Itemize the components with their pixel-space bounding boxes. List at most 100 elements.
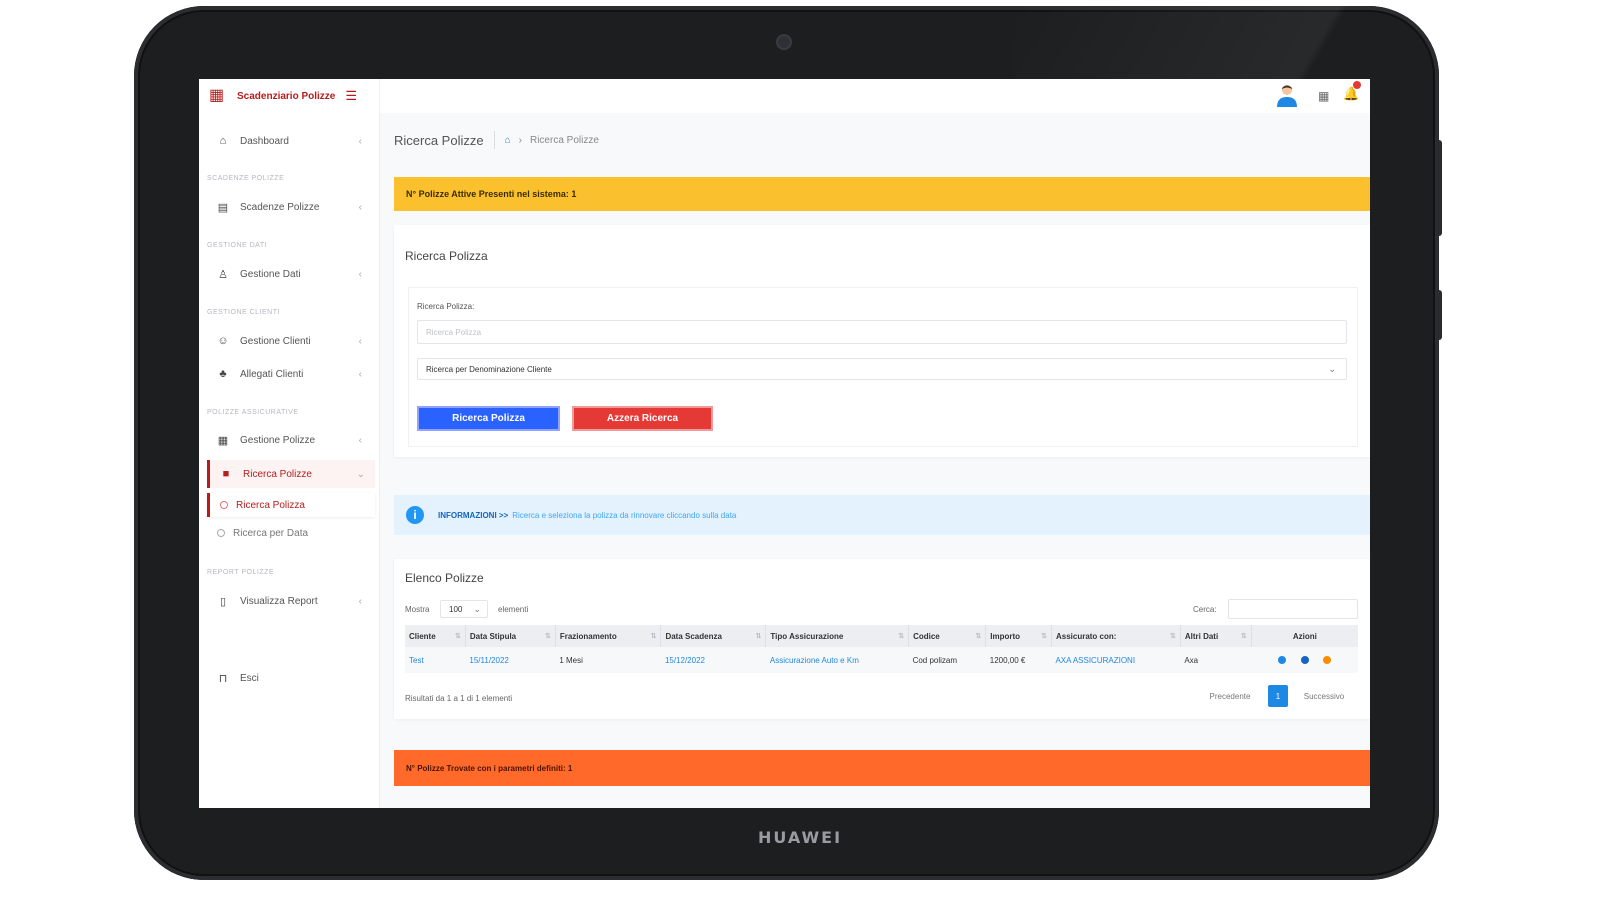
sidebar-item-gestione-clienti[interactable]: ☺ Gestione Clienti ‹ xyxy=(207,327,372,355)
list-title: Elenco Polizze xyxy=(405,571,484,585)
column-header: Azioni xyxy=(1251,625,1358,647)
search-card-title: Ricerca Polizza xyxy=(405,249,488,263)
search-type-select[interactable]: Ricerca per Denominazione Cliente ⌄ xyxy=(417,358,1347,380)
sidebar-section: GESTIONE DATI xyxy=(207,242,268,249)
chevron-left-icon: ‹ xyxy=(358,368,362,380)
topbar: ▦ 🔔 xyxy=(380,79,1370,113)
chevron-left-icon: ‹ xyxy=(358,434,362,446)
column-header[interactable]: Frazionamento ⇅ xyxy=(555,625,662,647)
table-row: Test 15/11/2022 1 Mesi 15/12/2022 Assicu… xyxy=(405,647,1358,673)
column-header[interactable]: Tipo Assicurazione ⇅ xyxy=(765,625,910,647)
sidebar-subitem-ricerca-polizza[interactable]: Ricerca Polizza xyxy=(207,493,375,517)
column-header[interactable]: Assicurato con: ⇅ xyxy=(1051,625,1181,647)
sidebar-item-visualizza-report[interactable]: ▯ Visualizza Report ‹ xyxy=(207,587,372,615)
cell-importo: 1200,00 € xyxy=(985,647,1052,673)
sidebar-section: REPORT POLIZZE xyxy=(207,569,275,576)
sidebar-item-dashboard[interactable]: ⌂ Dashboard ‹ xyxy=(207,127,372,155)
page-1-button[interactable]: 1 xyxy=(1268,685,1288,707)
chevron-left-icon: ‹ xyxy=(358,595,362,607)
chevron-left-icon: ‹ xyxy=(358,268,362,280)
chevron-down-icon: ⌄ xyxy=(473,604,481,614)
notification-badge xyxy=(1353,81,1361,89)
column-header[interactable]: Cliente ⇅ xyxy=(405,625,466,647)
users-icon: ♣ xyxy=(219,368,227,380)
sidebar: ▦ Scadenziario Polizze ☰ ⌂ Dashboard ‹ S… xyxy=(199,79,380,808)
search-button[interactable]: Ricerca Polizza xyxy=(417,406,560,431)
elements-label: elementi xyxy=(498,605,529,614)
view-icon[interactable] xyxy=(1278,656,1287,665)
sidebar-item-allegati-clienti[interactable]: ♣ Allegati Clienti ‹ xyxy=(207,360,372,388)
active-policies-alert: N° Polizze Attive Presenti nel sistema: … xyxy=(394,177,1370,211)
chevron-left-icon: ‹ xyxy=(358,201,362,213)
hamburger-icon[interactable]: ☰ xyxy=(345,88,357,104)
file-icon: ▯ xyxy=(219,595,227,608)
sidebar-section: GESTIONE CLIENTI xyxy=(207,309,280,316)
cell-data-scadenza[interactable]: 15/12/2022 xyxy=(660,647,766,673)
cell-frazionamento: 1 Mesi xyxy=(555,647,661,673)
volume-button xyxy=(1436,140,1442,236)
sidebar-item-esci[interactable]: ⊓ Esci xyxy=(207,664,372,692)
cell-codice: Cod polizam xyxy=(908,647,986,673)
search-input[interactable]: Ricerca Polizza xyxy=(417,320,1347,344)
page-size-select[interactable]: 100 ⌄ xyxy=(440,600,488,618)
edit-icon[interactable] xyxy=(1300,656,1309,665)
home-icon: ⌂ xyxy=(219,135,227,147)
sidebar-item-scadenze[interactable]: ▤ Scadenze Polizze ‹ xyxy=(207,193,372,221)
table-icon: ▦ xyxy=(217,434,229,447)
column-header[interactable]: Importo ⇅ xyxy=(985,625,1052,647)
column-header[interactable]: Altri Dati ⇅ xyxy=(1180,625,1252,647)
cell-actions xyxy=(1251,647,1358,673)
reset-search-button[interactable]: Azzera Ricerca xyxy=(572,406,713,431)
column-header[interactable]: Codice ⇅ xyxy=(908,625,987,647)
next-page-button[interactable]: Successivo xyxy=(1294,685,1354,707)
column-header[interactable]: Data Scadenza ⇅ xyxy=(660,625,767,647)
circle-icon xyxy=(220,501,228,509)
grid-icon[interactable]: ▦ xyxy=(1318,89,1329,103)
search-form: Ricerca Polizza: Ricerca Polizza Ricerca… xyxy=(408,287,1358,447)
chevron-down-icon: ⌄ xyxy=(356,468,365,480)
column-header[interactable]: Data Stipula ⇅ xyxy=(465,625,556,647)
info-alert: i INFORMAZIONI >> Ricerca e seleziona la… xyxy=(394,495,1370,535)
sidebar-item-gestione-dati[interactable]: ♙ Gestione Dati ‹ xyxy=(207,260,372,288)
show-label: Mostra xyxy=(405,605,430,614)
renew-icon[interactable] xyxy=(1322,656,1331,665)
cell-cliente[interactable]: Test xyxy=(405,647,466,673)
table-search-input[interactable] xyxy=(1228,599,1358,619)
found-policies-alert: N° Polizze Trovate con i parametri defin… xyxy=(394,750,1370,786)
cell-assicurato[interactable]: AXA ASSICURAZIONI xyxy=(1051,647,1181,673)
cell-tipo[interactable]: Assicurazione Auto e Km xyxy=(765,647,909,673)
cell-data-stipula[interactable]: 15/11/2022 xyxy=(465,647,556,673)
user-circle-icon: ☺ xyxy=(217,335,229,347)
chevron-left-icon: ‹ xyxy=(358,335,362,347)
cell-altri: Axa xyxy=(1180,647,1252,673)
app-title: Scadenziario Polizze xyxy=(237,90,336,102)
policies-table: Cliente ⇅ Data Stipula ⇅ Frazionamento ⇅ Da… xyxy=(405,625,1358,673)
sidebar-item-ricerca-polizze[interactable]: ■ Ricerca Polizze ⌄ xyxy=(207,460,375,488)
chevron-right-icon: › xyxy=(518,134,522,146)
info-icon: i xyxy=(406,506,424,524)
circle-icon xyxy=(217,529,225,537)
user-icon: ♙ xyxy=(218,268,228,281)
chevron-down-icon: ⌄ xyxy=(1328,364,1336,374)
sidebar-section: SCADENZE POLIZZE xyxy=(207,175,285,182)
prev-page-button[interactable]: Precedente xyxy=(1200,685,1260,707)
page-title: Ricerca Polizze xyxy=(394,132,484,148)
results-summary: Risultati da 1 a 1 di 1 elementi xyxy=(405,694,513,703)
logo-row: ▦ Scadenziario Polizze ☰ xyxy=(199,79,379,113)
app-screen: ▦ Scadenziario Polizze ☰ ⌂ Dashboard ‹ S… xyxy=(199,79,1370,808)
avatar[interactable] xyxy=(1276,83,1298,107)
breadcrumb: Ricerca Polizze xyxy=(529,134,599,146)
sidebar-section: POLIZZE ASSICURATIVE xyxy=(207,409,299,416)
main-content: ▦ 🔔 Ricerca Polizze ⌂ › Ricerca Polizze … xyxy=(380,79,1370,808)
search-field-label: Ricerca Polizza: xyxy=(417,302,475,311)
table-search-label: Cerca: xyxy=(1193,605,1217,614)
power-button xyxy=(1436,290,1442,340)
calendar-icon: ▤ xyxy=(217,201,229,214)
home-icon[interactable]: ⌂ xyxy=(505,135,511,146)
search-doc-icon: ■ xyxy=(222,468,230,480)
search-card: Ricerca Polizza Ricerca Polizza: Ricerca… xyxy=(394,225,1370,457)
device-brand: HUAWEI xyxy=(757,828,843,847)
sidebar-item-gestione-polizze[interactable]: ▦ Gestione Polizze ‹ xyxy=(207,426,372,454)
sidebar-subitem-ricerca-per-data[interactable]: Ricerca per Data xyxy=(207,521,372,545)
calendar-icon: ▦ xyxy=(209,87,225,104)
